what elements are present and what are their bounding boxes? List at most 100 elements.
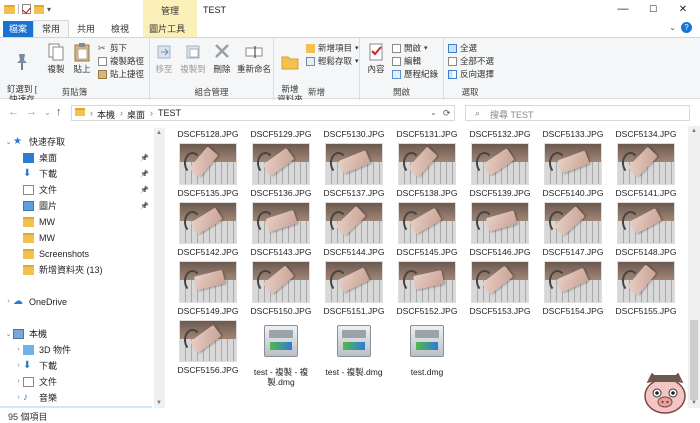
open-button[interactable]: 開啟 ▾: [392, 42, 428, 54]
tree-item[interactable]: › ⬇ 下載: [0, 358, 152, 373]
tab-picture-tools[interactable]: 圖片工具: [141, 21, 193, 37]
photo-image: [326, 203, 382, 243]
expand-chevron-icon[interactable]: ⌄: [4, 330, 13, 338]
tree-item[interactable]: MW: [0, 230, 152, 245]
file-item[interactable]: DSCF5153.JPG: [466, 261, 534, 316]
tree-item[interactable]: Screenshots: [0, 246, 152, 261]
file-item[interactable]: DSCF5132.JPG: [466, 126, 534, 139]
file-item[interactable]: DSCF5150.JPG: [247, 261, 315, 316]
copy-button[interactable]: 複製: [44, 42, 68, 74]
tab-view[interactable]: 檢視: [103, 21, 137, 37]
address-dropdown-icon[interactable]: ⌄: [430, 108, 437, 117]
tree-item[interactable]: 桌面 📌: [0, 150, 152, 165]
file-item[interactable]: DSCF5152.JPG: [393, 261, 461, 316]
tree-item[interactable]: › ☁ OneDrive: [0, 294, 152, 309]
tree-item[interactable]: › ♪ 音樂: [0, 390, 152, 405]
file-item[interactable]: DSCF5151.JPG: [320, 261, 388, 316]
forward-arrow-icon[interactable]: →: [26, 106, 37, 118]
file-item[interactable]: DSCF5136.JPG: [247, 143, 315, 198]
breadcrumb-test[interactable]: TEST: [158, 108, 181, 118]
file-item[interactable]: DSCF5129.JPG: [247, 126, 315, 139]
scroll-up-icon[interactable]: ▲: [156, 130, 162, 136]
select-none-button[interactable]: 全部不選: [448, 55, 494, 67]
tree-item[interactable]: ⌄ 本機: [0, 326, 152, 341]
minimize-button[interactable]: —: [608, 0, 638, 20]
scroll-down-icon[interactable]: ▼: [156, 400, 162, 406]
edit-button[interactable]: 編輯: [392, 55, 421, 67]
back-arrow-icon[interactable]: ←: [8, 106, 19, 118]
tab-home[interactable]: 常用: [33, 20, 70, 37]
refresh-icon[interactable]: ⟳: [443, 108, 451, 119]
tree-item[interactable]: MW: [0, 214, 152, 229]
file-item[interactable]: DSCF5149.JPG: [174, 261, 242, 316]
collapse-ribbon-icon[interactable]: ⌄: [669, 23, 676, 32]
tree-item[interactable]: 文件 📌: [0, 182, 152, 197]
delete-button[interactable]: 刪除: [210, 42, 234, 74]
copy-to-button[interactable]: 複製到: [178, 42, 208, 74]
tree-item[interactable]: › 3D 物件: [0, 342, 152, 357]
file-item[interactable]: DSCF5142.JPG: [174, 202, 242, 257]
file-item[interactable]: DSCF5144.JPG: [320, 202, 388, 257]
file-item[interactable]: DSCF5131.JPG: [393, 126, 461, 139]
expand-chevron-icon[interactable]: ›: [4, 298, 13, 305]
easy-access-button[interactable]: 輕鬆存取 ▾: [306, 55, 359, 67]
file-item[interactable]: DSCF5128.JPG: [174, 126, 242, 139]
file-item[interactable]: DSCF5134.JPG: [612, 126, 680, 139]
select-all-button[interactable]: 全選: [448, 42, 477, 54]
file-item[interactable]: DSCF5137.JPG: [320, 143, 388, 198]
file-item[interactable]: DSCF5143.JPG: [247, 202, 315, 257]
maximize-button[interactable]: ☐: [638, 0, 668, 20]
expand-chevron-icon[interactable]: ›: [14, 362, 23, 369]
file-item[interactable]: DSCF5135.JPG: [174, 143, 242, 198]
tab-file[interactable]: 檔案: [3, 21, 34, 37]
file-item[interactable]: DSCF5145.JPG: [393, 202, 461, 257]
cut-button[interactable]: ✂ 剪下: [98, 42, 127, 54]
file-item[interactable]: test.dmg: [393, 320, 461, 377]
file-item[interactable]: DSCF5154.JPG: [539, 261, 607, 316]
copy-path-button[interactable]: 複製路徑: [98, 55, 144, 67]
file-item[interactable]: DSCF5138.JPG: [393, 143, 461, 198]
file-item[interactable]: DSCF5140.JPG: [539, 143, 607, 198]
up-arrow-icon[interactable]: ↑: [56, 106, 62, 118]
new-folder-icon[interactable]: [34, 4, 44, 14]
file-item[interactable]: test - 複製 - 複製.dmg: [247, 320, 315, 387]
file-item[interactable]: DSCF5155.JPG: [612, 261, 680, 316]
scroll-up-icon[interactable]: ▲: [691, 128, 697, 134]
file-item[interactable]: DSCF5130.JPG: [320, 126, 388, 139]
breadcrumb-desktop[interactable]: 桌面: [127, 108, 145, 121]
tab-share[interactable]: 共用: [69, 21, 103, 37]
tree-item[interactable]: 圖片 📌: [0, 198, 152, 213]
close-button[interactable]: ✕: [668, 0, 698, 20]
move-to-button[interactable]: 移至: [152, 42, 176, 74]
properties-button[interactable]: 內容: [364, 42, 388, 74]
paste-button[interactable]: 貼上: [70, 42, 94, 74]
rename-button[interactable]: 重新命名: [236, 42, 272, 74]
customize-toolbar-icon[interactable]: ▾: [47, 5, 51, 14]
file-name: DSCF5137.JPG: [323, 188, 385, 198]
file-item[interactable]: test - 複製.dmg: [320, 320, 388, 377]
paste-shortcut-button[interactable]: 貼上捷徑: [98, 68, 144, 80]
file-item[interactable]: DSCF5156.JPG: [174, 320, 242, 375]
file-item[interactable]: DSCF5146.JPG: [466, 202, 534, 257]
new-item-button[interactable]: 新增項目 ▾: [306, 42, 359, 54]
properties-icon[interactable]: [22, 4, 31, 14]
file-item[interactable]: DSCF5148.JPG: [612, 202, 680, 257]
file-item[interactable]: DSCF5141.JPG: [612, 143, 680, 198]
tree-item[interactable]: › 文件: [0, 374, 152, 389]
tree-item[interactable]: ⌄ ★ 快速存取: [0, 134, 152, 149]
expand-chevron-icon[interactable]: ›: [14, 378, 23, 385]
recent-locations-icon[interactable]: ⌄: [44, 108, 51, 117]
tree-item[interactable]: ⬇ 下載 📌: [0, 166, 152, 181]
tree-item[interactable]: 新增資料夾 (13): [0, 262, 152, 277]
file-item[interactable]: DSCF5147.JPG: [539, 202, 607, 257]
navigation-scrollbar[interactable]: ▲ ▼: [154, 128, 165, 408]
help-icon[interactable]: ?: [681, 22, 692, 33]
history-button[interactable]: 歷程紀錄: [392, 68, 438, 80]
file-item[interactable]: DSCF5133.JPG: [539, 126, 607, 139]
expand-chevron-icon[interactable]: ›: [14, 346, 23, 353]
file-item[interactable]: DSCF5139.JPG: [466, 143, 534, 198]
invert-selection-button[interactable]: 反向選擇: [448, 68, 494, 80]
breadcrumb-pc[interactable]: 本機: [97, 108, 115, 121]
expand-chevron-icon[interactable]: ⌄: [4, 138, 13, 146]
expand-chevron-icon[interactable]: ›: [14, 394, 23, 401]
